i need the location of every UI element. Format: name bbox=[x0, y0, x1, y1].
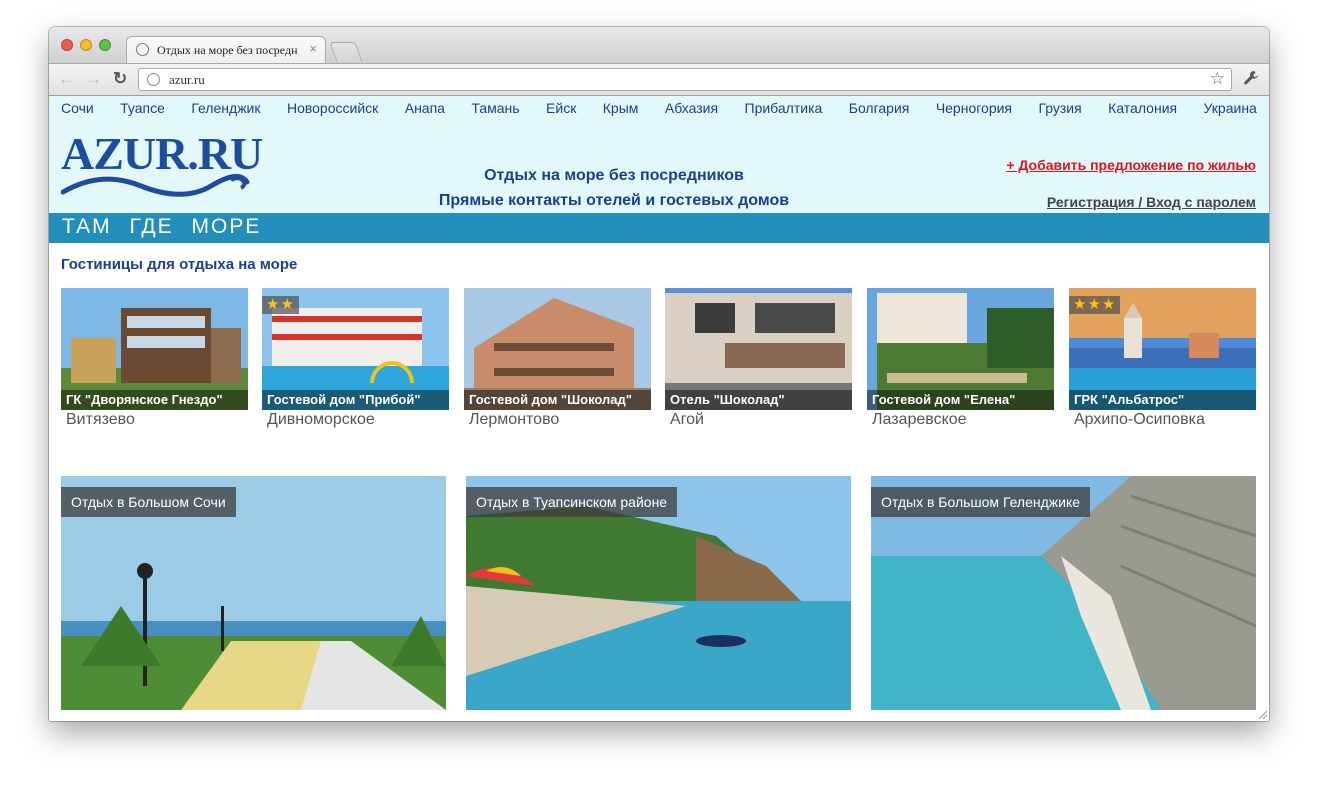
region-label: Отдых в Туапсинском районе bbox=[466, 487, 678, 517]
site-header: Сочи Туапсе Геленджик Новороссийск Анапа… bbox=[49, 96, 1269, 213]
region-label: Отдых в Большом Сочи bbox=[61, 487, 236, 517]
hotel-photo[interactable]: Гостевой дом "Шоколад" bbox=[464, 288, 651, 410]
region-label: Отдых в Большом Геленджике bbox=[871, 487, 1091, 517]
minimize-window-button[interactable] bbox=[80, 39, 92, 51]
hotel-name: Отель "Шоколад" bbox=[665, 390, 852, 410]
hotel-photo[interactable]: ★★★ ГРК "Альбатрос" bbox=[1069, 288, 1256, 410]
hotel-town[interactable]: Витязево bbox=[61, 411, 248, 429]
hotel-name: Гостевой дом "Шоколад" bbox=[464, 390, 651, 410]
hotel-card[interactable]: Гостевой дом "Елена" Лазаревское bbox=[867, 288, 1054, 429]
address-bar[interactable]: azur.ru ☆ bbox=[138, 68, 1232, 91]
nav-link-baltics[interactable]: Прибалтика bbox=[745, 100, 823, 116]
site-logo[interactable]: AZUR.RU bbox=[61, 128, 263, 208]
tagline-bar: ТАМ ГДЕ МОРЕ bbox=[49, 213, 1269, 243]
hotel-town[interactable]: Архипо-Осиповка bbox=[1069, 411, 1256, 429]
hotel-name: Гостевой дом "Прибой" bbox=[262, 390, 449, 410]
nav-link-yeysk[interactable]: Ейск bbox=[546, 100, 576, 116]
logo-wave-icon bbox=[61, 174, 250, 197]
tab-title: Отдых на море без посредн bbox=[157, 43, 298, 57]
region-card-tuapse[interactable]: Отдых в Туапсинском районе bbox=[466, 476, 851, 710]
wrench-menu-icon[interactable] bbox=[1243, 70, 1259, 91]
new-tab-button[interactable] bbox=[329, 42, 363, 62]
region-card-gelendzhik[interactable]: Отдых в Большом Геленджике bbox=[871, 476, 1256, 710]
zoom-window-button[interactable] bbox=[99, 39, 111, 51]
slogan-line-1: Отдых на море без посредников bbox=[484, 167, 744, 184]
hotel-town[interactable]: Лазаревское bbox=[867, 411, 1054, 429]
nav-link-novorossiysk[interactable]: Новороссийск bbox=[287, 100, 378, 116]
hotel-photo[interactable]: ГК "Дворянское Гнездо" bbox=[61, 288, 248, 410]
globe-icon bbox=[136, 43, 149, 56]
hotels-section-title: Гостиницы для отдыха на море bbox=[61, 256, 298, 273]
nav-link-ukraine[interactable]: Украина bbox=[1204, 100, 1257, 116]
browser-tab[interactable]: Отдых на море без посредн × bbox=[126, 36, 326, 63]
hotel-town[interactable]: Дивноморское bbox=[262, 411, 449, 429]
nav-link-tuapse[interactable]: Туапсе bbox=[120, 100, 165, 116]
nav-link-catalonia[interactable]: Каталония bbox=[1108, 100, 1177, 116]
nav-link-anapa[interactable]: Анапа bbox=[405, 100, 445, 116]
hotel-name: ГК "Дворянское Гнездо" bbox=[61, 390, 248, 410]
url-text[interactable]: azur.ru bbox=[169, 72, 205, 88]
register-login-link[interactable]: Регистрация / Вход с паролем bbox=[1047, 194, 1256, 210]
resize-grip-icon[interactable] bbox=[1257, 709, 1267, 719]
hotel-card[interactable]: Отель "Шоколад" Агой bbox=[665, 288, 852, 429]
top-navigation: Сочи Туапсе Геленджик Новороссийск Анапа… bbox=[61, 100, 1257, 116]
hotel-name: Гостевой дом "Елена" bbox=[867, 390, 1054, 410]
web-page: Сочи Туапсе Геленджик Новороссийск Анапа… bbox=[49, 96, 1269, 721]
tab-close-icon[interactable]: × bbox=[309, 41, 317, 56]
hotel-name: ГРК "Альбатрос" bbox=[1069, 390, 1256, 410]
browser-window: Отдых на море без посредн × ← → ↻ azur.r… bbox=[49, 27, 1269, 721]
nav-link-bulgaria[interactable]: Болгария bbox=[849, 100, 910, 116]
globe-icon bbox=[147, 73, 160, 86]
hotel-town[interactable]: Агой bbox=[665, 411, 852, 429]
add-offer-link[interactable]: + Добавить предложение по жилью bbox=[1006, 157, 1256, 173]
nav-link-gelendzhik[interactable]: Геленджик bbox=[191, 100, 260, 116]
back-arrow-icon[interactable]: ← bbox=[58, 69, 75, 89]
nav-link-montenegro[interactable]: Черногория bbox=[936, 100, 1012, 116]
tagline-text: ТАМ ГДЕ МОРЕ bbox=[62, 215, 262, 238]
region-card-sochi[interactable]: Отдых в Большом Сочи bbox=[61, 476, 446, 710]
nav-link-crimea[interactable]: Крым bbox=[603, 100, 639, 116]
hotel-photo[interactable]: Гостевой дом "Елена" bbox=[867, 288, 1054, 410]
hotel-photo[interactable]: Отель "Шоколад" bbox=[665, 288, 852, 410]
hotel-stars: ★★★ bbox=[1069, 296, 1121, 314]
hotel-card[interactable]: ★★ Гостевой дом "Прибой" Дивноморское bbox=[262, 288, 449, 429]
hotel-town[interactable]: Лермонтово bbox=[464, 411, 651, 429]
nav-link-georgia[interactable]: Грузия bbox=[1038, 100, 1081, 116]
nav-link-abkhazia[interactable]: Абхазия bbox=[665, 100, 718, 116]
reload-icon[interactable]: ↻ bbox=[113, 69, 127, 89]
hotel-card[interactable]: ★★★ ГРК "Альбатрос" Архипо-Осиповка bbox=[1069, 288, 1256, 429]
browser-toolbar: ← → ↻ azur.ru ☆ bbox=[49, 63, 1269, 96]
forward-arrow-icon[interactable]: → bbox=[85, 69, 102, 89]
hotel-stars: ★★ bbox=[262, 296, 299, 314]
nav-link-taman[interactable]: Тамань bbox=[471, 100, 519, 116]
hotel-photo[interactable]: ★★ Гостевой дом "Прибой" bbox=[262, 288, 449, 410]
bookmark-star-icon[interactable]: ☆ bbox=[1210, 69, 1225, 89]
nav-link-sochi[interactable]: Сочи bbox=[61, 100, 94, 116]
hotel-card[interactable]: ГК "Дворянское Гнездо" Витязево bbox=[61, 288, 248, 429]
title-bar: Отдых на море без посредн × bbox=[49, 27, 1269, 63]
hotel-card[interactable]: Гостевой дом "Шоколад" Лермонтово bbox=[464, 288, 651, 429]
close-window-button[interactable] bbox=[61, 39, 73, 51]
slogan-line-2: Прямые контакты отелей и гостевых домов bbox=[438, 192, 790, 209]
